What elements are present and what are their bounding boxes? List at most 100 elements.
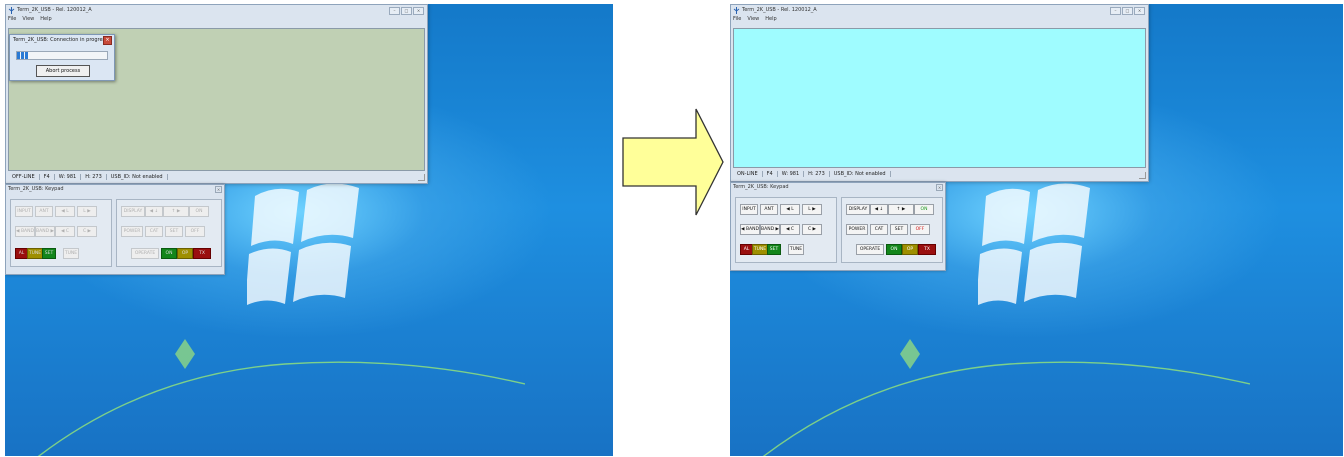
power-button[interactable]: POWER: [846, 224, 868, 235]
display-screen: [733, 28, 1146, 168]
height-status: H: 273: [804, 170, 830, 177]
tune-indicator: TUNE: [752, 244, 768, 255]
keypad-close-button[interactable]: ×: [936, 184, 943, 191]
on-indicator: ON: [886, 244, 902, 255]
connection-progress-bar: [16, 51, 108, 60]
menu-bar: File View Help: [8, 16, 52, 24]
function-key-status: F4: [763, 170, 778, 177]
menu-bar: File View Help: [733, 16, 777, 24]
usb-id-status: USB_ID: Not enabled: [107, 173, 168, 180]
keypad-group-left: INPUT ANT ◀ L L ▶ ◀ BAND BAND ▶ ◀ C C ▶ …: [10, 199, 112, 267]
menu-file[interactable]: File: [733, 16, 741, 24]
ant-button[interactable]: ANT: [760, 204, 778, 215]
band-down-button[interactable]: ◀ BAND: [15, 226, 35, 237]
band-up-button[interactable]: BAND ▶: [760, 224, 780, 235]
ant-button[interactable]: ANT: [35, 206, 53, 217]
cat-button[interactable]: CAT: [145, 226, 163, 237]
operate-button[interactable]: OPERATE: [131, 248, 159, 259]
maximize-button[interactable]: □: [401, 7, 412, 15]
tx-indicator: TX: [918, 244, 936, 255]
status-bar: ON-LINE F4 W: 981 H: 273 USB_ID: Not ena…: [733, 169, 1146, 178]
keypad-window: Term_2K_USB: Keypad × INPUT ANT ◀ L L ▶ …: [730, 182, 946, 271]
function-key-status: F4: [40, 173, 55, 180]
tune-button[interactable]: TUNE: [63, 248, 79, 259]
main-window: Term_2K_USB - Rel. 120012_A – □ × File V…: [730, 4, 1149, 182]
tune-button[interactable]: TUNE: [788, 244, 804, 255]
height-status: H: 273: [81, 173, 107, 180]
display-down-button[interactable]: ◀ ↓: [870, 204, 888, 215]
on-indicator: ON: [161, 248, 177, 259]
close-button[interactable]: ×: [413, 7, 424, 15]
width-status: W: 981: [778, 170, 805, 177]
minimize-button[interactable]: –: [1110, 7, 1121, 15]
swirl-decoration-icon: [37, 339, 525, 456]
off-button[interactable]: OFF: [910, 224, 930, 235]
set-button[interactable]: SET: [165, 226, 183, 237]
close-button[interactable]: ×: [1134, 7, 1145, 15]
input-button[interactable]: INPUT: [740, 204, 758, 215]
keypad-group-left: INPUT ANT ◀ L L ▶ ◀ BAND BAND ▶ ◀ C C ▶ …: [735, 197, 837, 263]
progress-fill: [17, 52, 28, 59]
c-up-button[interactable]: C ▶: [802, 224, 822, 235]
keypad-title: Term_2K_USB: Keypad: [8, 186, 64, 192]
l-up-button[interactable]: L ▶: [77, 206, 97, 217]
minimize-button[interactable]: –: [389, 7, 400, 15]
display-up-button[interactable]: ↑ ▶: [163, 206, 189, 217]
desktop-after: Term_2K_USB - Rel. 120012_A – □ × File V…: [730, 4, 1343, 456]
connection-dialog: Term_2K_USB: Connection in progress... ×…: [9, 34, 115, 81]
title-bar: Term_2K_USB - Rel. 120012_A: [6, 5, 427, 15]
resize-grip[interactable]: [1139, 172, 1146, 179]
desktop-before: Term_2K_USB - Rel. 120012_A – □ × File V…: [5, 4, 613, 456]
connection-status: ON-LINE: [733, 170, 763, 177]
on-button[interactable]: ON: [914, 204, 934, 215]
operate-button[interactable]: OPERATE: [856, 244, 884, 255]
c-up-button[interactable]: C ▶: [77, 226, 97, 237]
right-arrow-icon: [622, 108, 724, 216]
tx-indicator: TX: [193, 248, 211, 259]
keypad-group-right: DISPLAY ◀ ↓ ↑ ▶ ON POWER CAT SET OFF OPE…: [116, 199, 222, 267]
connection-status: OFF-LINE: [8, 173, 40, 180]
display-up-button[interactable]: ↑ ▶: [888, 204, 914, 215]
menu-help[interactable]: Help: [765, 16, 776, 24]
menu-file[interactable]: File: [8, 16, 16, 24]
swirl-decoration-icon: [762, 339, 1250, 456]
display-down-button[interactable]: ◀ ↓: [145, 206, 163, 217]
window-title: Term_2K_USB - Rel. 120012_A: [17, 7, 92, 13]
windows-logo-icon: [978, 183, 1090, 306]
op-indicator: OP: [177, 248, 193, 259]
c-down-button[interactable]: ◀ C: [780, 224, 800, 235]
maximize-button[interactable]: □: [1122, 7, 1133, 15]
windows-logo-icon: [247, 183, 359, 306]
band-up-button[interactable]: BAND ▶: [35, 226, 55, 237]
menu-view[interactable]: View: [747, 16, 759, 24]
set-button[interactable]: SET: [890, 224, 908, 235]
input-button[interactable]: INPUT: [15, 206, 33, 217]
c-down-button[interactable]: ◀ C: [55, 226, 75, 237]
set-indicator: SET: [42, 248, 56, 259]
l-up-button[interactable]: L ▶: [802, 204, 822, 215]
menu-view[interactable]: View: [22, 16, 34, 24]
window-controls: – □ ×: [1110, 7, 1145, 15]
l-down-button[interactable]: ◀ L: [780, 204, 800, 215]
power-button[interactable]: POWER: [121, 226, 143, 237]
l-down-button[interactable]: ◀ L: [55, 206, 75, 217]
band-down-button[interactable]: ◀ BAND: [740, 224, 760, 235]
keypad-close-button[interactable]: ×: [215, 186, 222, 193]
set-indicator: SET: [767, 244, 781, 255]
on-button[interactable]: ON: [189, 206, 209, 217]
dialog-close-button[interactable]: ×: [103, 36, 112, 45]
tune-indicator: TUNE: [27, 248, 43, 259]
resize-grip[interactable]: [418, 174, 425, 181]
op-indicator: OP: [902, 244, 918, 255]
display-button[interactable]: DISPLAY: [846, 204, 870, 215]
menu-help[interactable]: Help: [40, 16, 51, 24]
usb-id-status: USB_ID: Not enabled: [830, 170, 891, 177]
window-controls: – □ ×: [389, 7, 424, 15]
abort-process-button[interactable]: Abort process: [36, 65, 90, 77]
cat-button[interactable]: CAT: [870, 224, 888, 235]
window-title: Term_2K_USB - Rel. 120012_A: [742, 7, 817, 13]
display-button[interactable]: DISPLAY: [121, 206, 145, 217]
keypad-group-right: DISPLAY ◀ ↓ ↑ ▶ ON POWER CAT SET OFF OPE…: [841, 197, 943, 263]
app-antenna-icon: [733, 6, 740, 14]
off-button[interactable]: OFF: [185, 226, 205, 237]
